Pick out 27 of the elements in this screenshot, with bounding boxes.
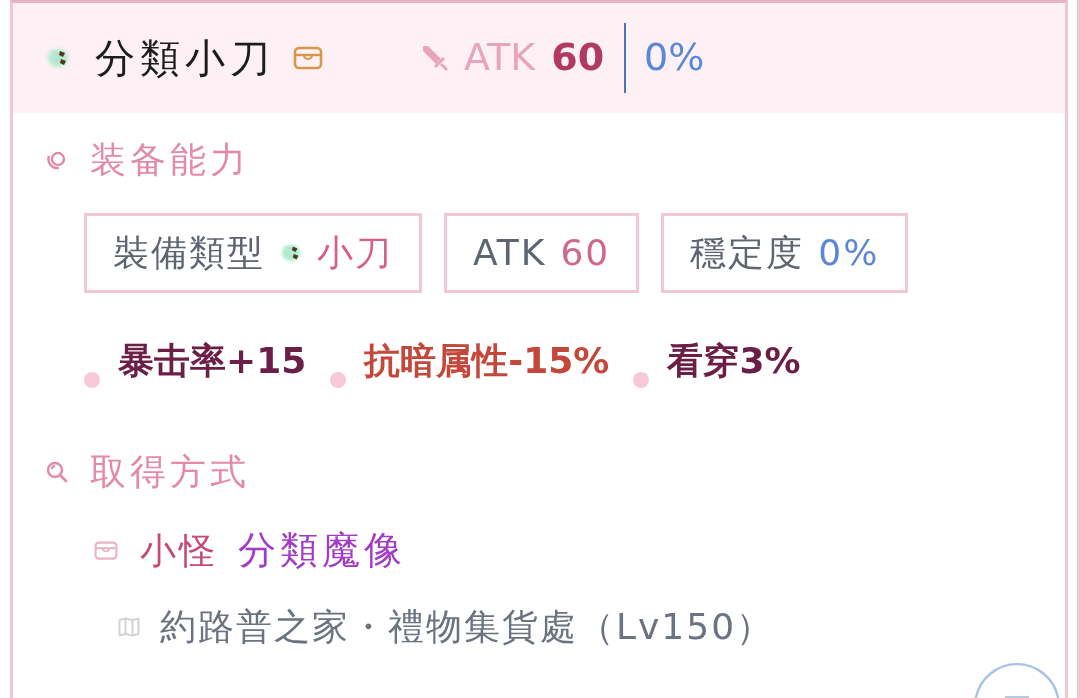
chest-icon xyxy=(293,46,323,70)
bullet-dot-icon xyxy=(84,372,100,388)
section-title: 取得方式 xyxy=(90,452,250,492)
stat-label: 穩定度 xyxy=(690,231,805,275)
stat-label: 裝備類型 xyxy=(113,231,265,275)
bonus-text: 看穿3% xyxy=(667,339,801,383)
stat-value: 0% xyxy=(818,231,880,275)
round-button[interactable] xyxy=(973,662,1061,698)
stability-value: 0% xyxy=(644,35,705,81)
location-text: 約路普之家・禮物集貨處（Lv150） xyxy=(160,605,775,649)
attack-label: ATK xyxy=(464,35,536,81)
chest-icon xyxy=(94,541,118,561)
section-title: 装备能力 xyxy=(90,140,250,180)
stat-value: 60 xyxy=(560,231,611,275)
bullet-dot-icon xyxy=(330,372,347,388)
stat-value: 小刀 xyxy=(317,231,393,275)
item-title: 分類小刀 xyxy=(95,34,275,82)
bonus-text: 暴击率+15 xyxy=(118,339,307,383)
bonus-text: 抗暗属性-15% xyxy=(364,339,610,383)
stat-label: ATK xyxy=(473,231,547,275)
search-icon xyxy=(45,460,69,484)
source-type: 小怪 xyxy=(140,529,218,573)
monster-name[interactable]: 分類魔像 xyxy=(238,528,406,574)
attack-value: 60 xyxy=(551,35,605,81)
bullet-dot-icon xyxy=(633,372,650,388)
map-icon xyxy=(118,617,140,637)
sword-icon xyxy=(420,43,450,73)
